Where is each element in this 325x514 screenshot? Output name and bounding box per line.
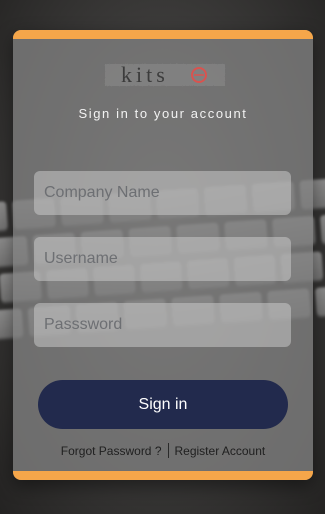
register-account-link[interactable]: Register Account [175,444,266,458]
background: kits Sign in to your account Sign in For… [0,0,325,514]
divider-line [167,443,169,458]
username-input[interactable] [34,237,291,281]
kits-logo-icon: kits [105,62,225,87]
sign-in-button[interactable]: Sign in [38,380,288,429]
page-subtitle: Sign in to your account [78,106,248,121]
account-links: Forgot Password ? Register Account [13,443,313,458]
card-top-accent [13,30,313,39]
card-bottom-accent [13,471,313,480]
login-card: kits Sign in to your account Sign in For… [13,30,313,480]
password-input[interactable] [34,303,291,347]
forgot-password-link[interactable]: Forgot Password ? [61,444,162,458]
svg-text:kits: kits [121,62,169,87]
company-name-input[interactable] [34,171,291,215]
